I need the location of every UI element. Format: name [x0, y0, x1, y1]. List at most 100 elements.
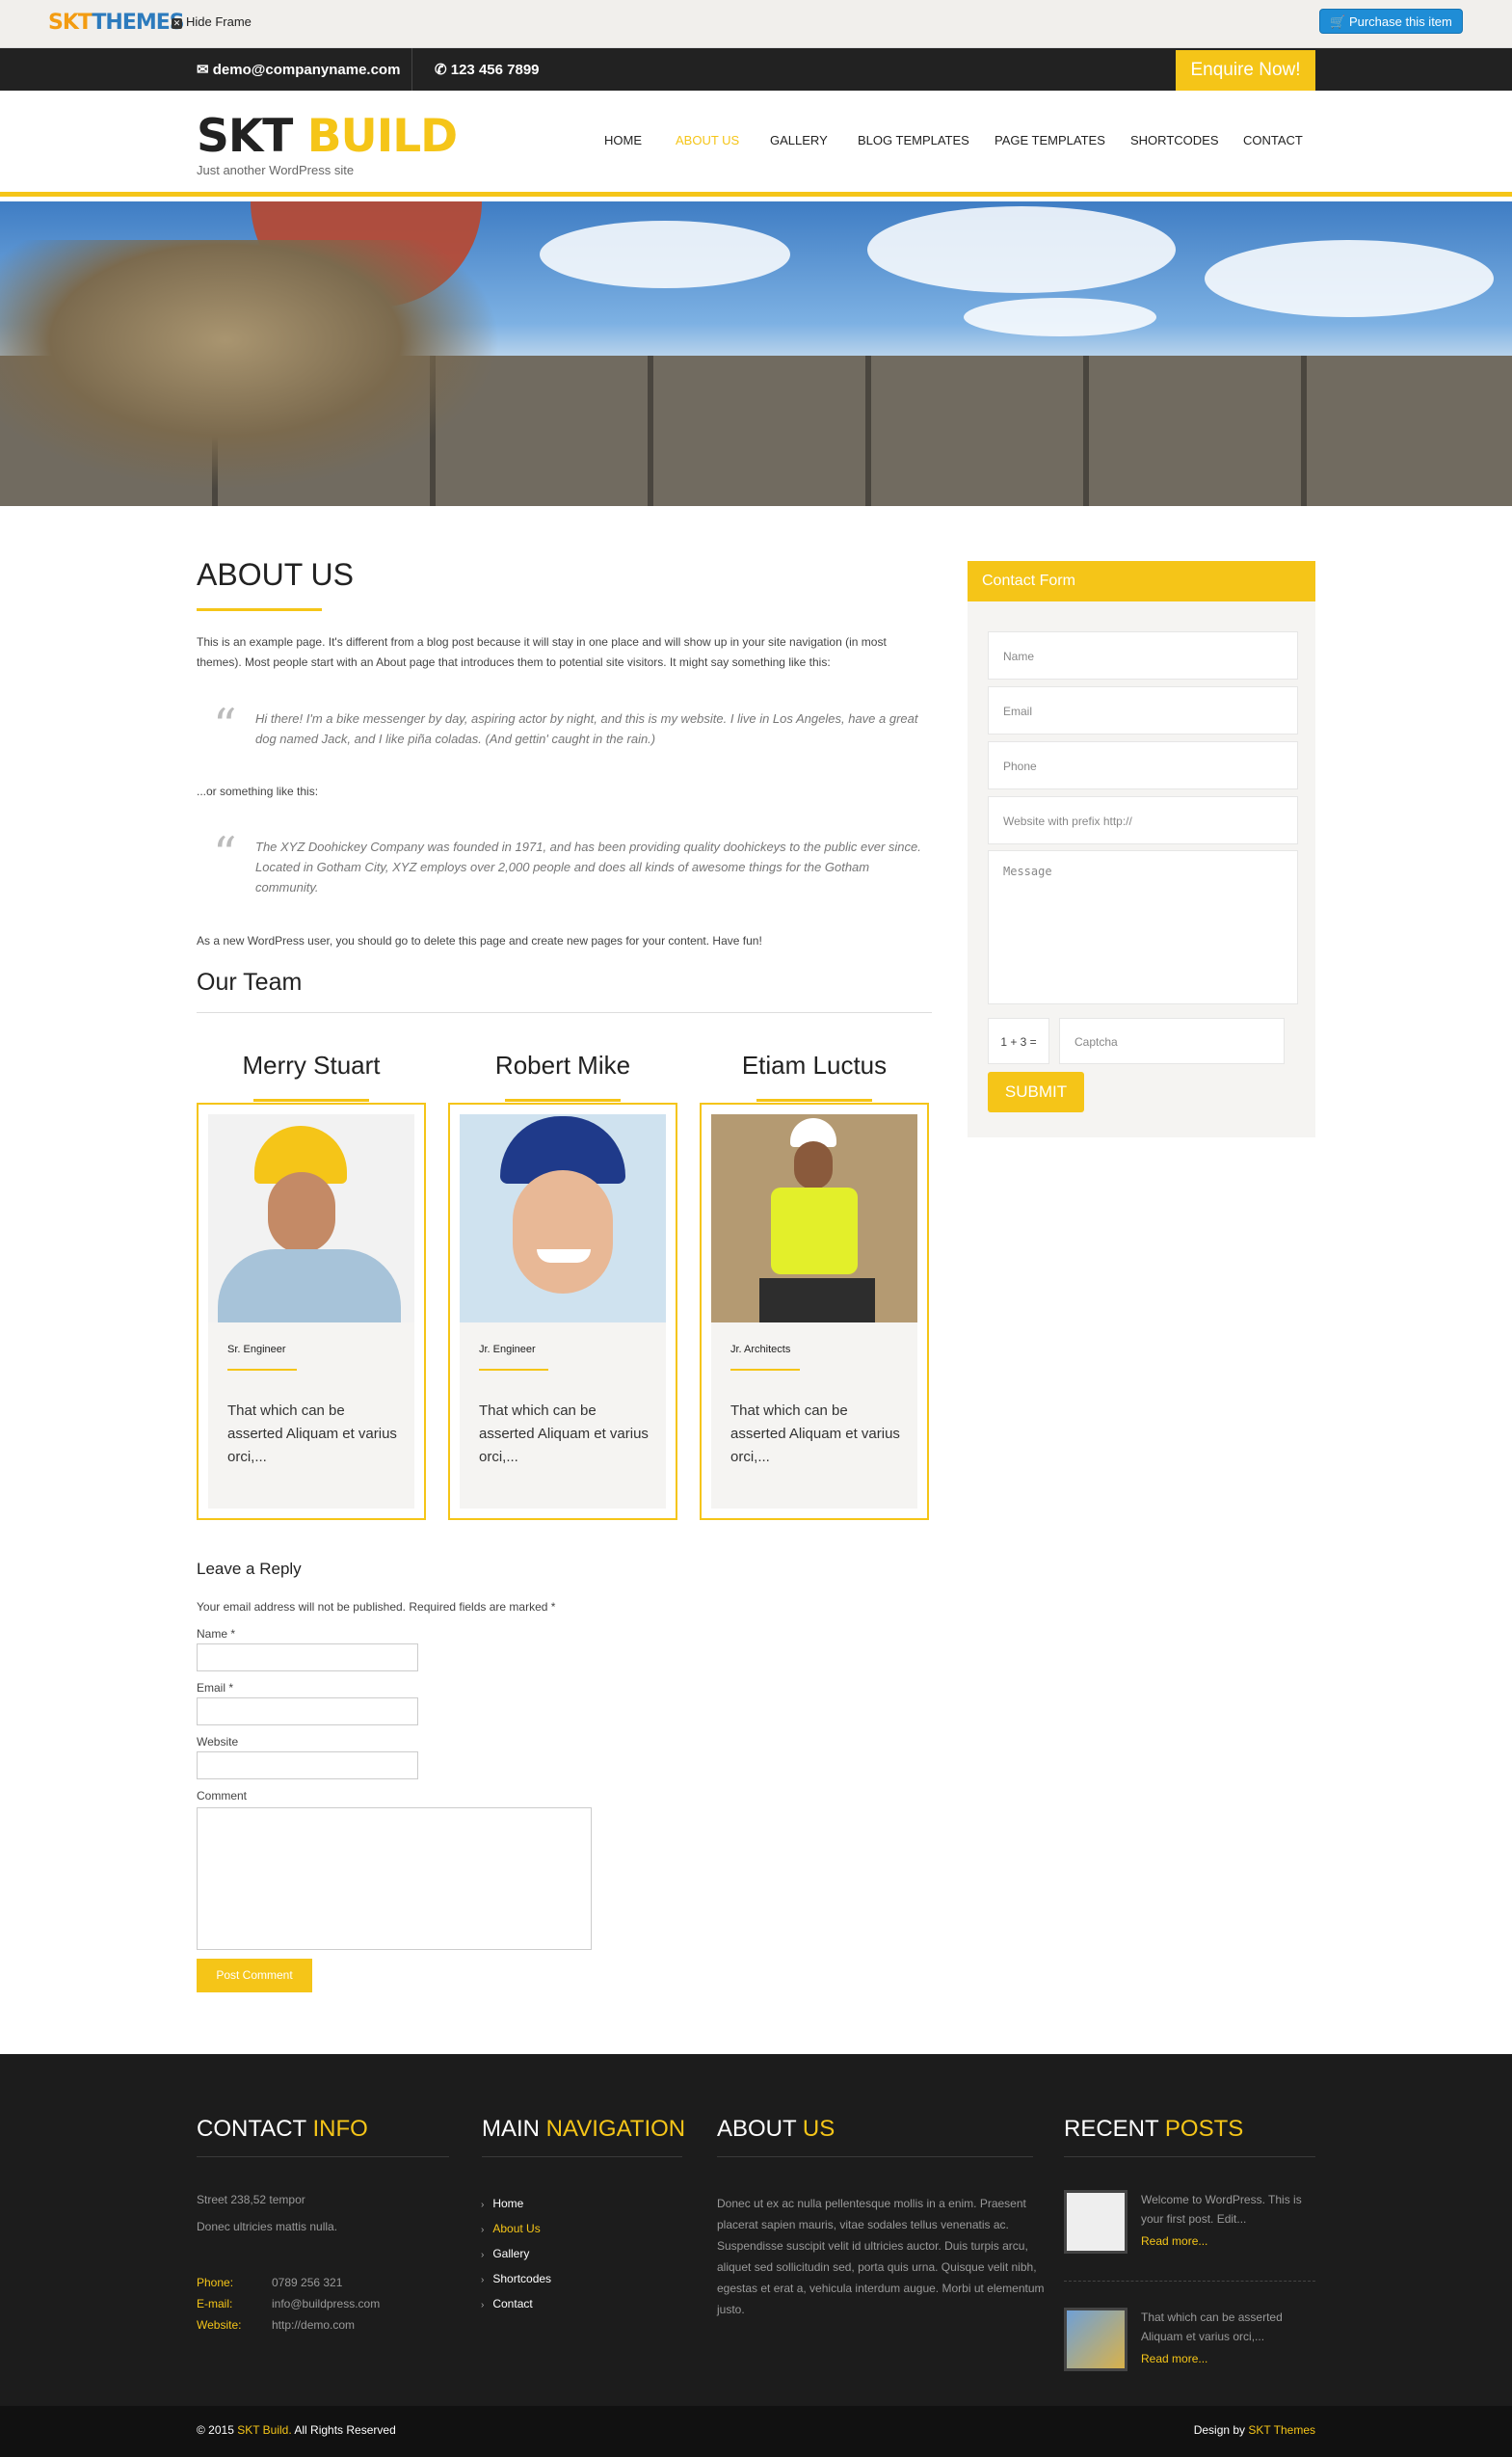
name-input[interactable]: [197, 1643, 418, 1671]
hide-frame-link[interactable]: ✕ Hide Frame: [172, 14, 252, 29]
nav-gallery[interactable]: GALLERY: [770, 133, 828, 147]
footer-website[interactable]: http://demo.com: [272, 2314, 355, 2336]
email-label: Email *: [197, 1681, 234, 1695]
cf-name-input[interactable]: Name: [988, 631, 1298, 680]
skt-themes-logo[interactable]: SKTTHEMES: [48, 11, 185, 35]
chevron-right-icon: ›: [481, 2200, 485, 2210]
footer-recent-heading: RECENT POSTS: [1064, 2116, 1243, 2143]
face: [513, 1170, 613, 1294]
comment-textarea[interactable]: [197, 1807, 592, 1950]
recent-post-thumbnail[interactable]: [1064, 2308, 1127, 2371]
purchase-button[interactable]: 🛒 Purchase this item: [1319, 9, 1463, 34]
footer-nav-about-us[interactable]: › About Us: [481, 2222, 541, 2235]
nav-contact[interactable]: CONTACT: [1243, 133, 1303, 147]
recent-post-text[interactable]: That which can be asserted Aliquam et va…: [1141, 2308, 1314, 2346]
footer-nav-label: About Us: [492, 2222, 541, 2235]
cloud: [867, 206, 1176, 293]
cloud: [964, 298, 1156, 336]
read-more-link[interactable]: Read more...: [1141, 2352, 1207, 2365]
name-underline: [756, 1099, 872, 1102]
page-title: ABOUT US: [197, 557, 354, 592]
design-by: Design by: [1193, 2423, 1246, 2437]
footer-nav-label: Contact: [492, 2297, 533, 2310]
name-underline: [505, 1099, 621, 1102]
member-info: Sr. Engineer That which can be asserted …: [208, 1322, 414, 1509]
name-label: Name *: [197, 1627, 236, 1641]
design-credit: Design by SKT Themes: [1194, 2423, 1315, 2437]
footer-website-label: Website:: [197, 2318, 242, 2332]
demo-frame-bar: SKTTHEMES ✕ Hide Frame 🛒 Purchase this it…: [0, 0, 1512, 48]
website-input[interactable]: [197, 1751, 418, 1779]
footer-nav-label: Shortcodes: [492, 2272, 552, 2285]
copyright-year: © 2015: [197, 2423, 234, 2437]
name-underline: [253, 1099, 369, 1102]
email-input[interactable]: [197, 1697, 418, 1725]
member-bio: That which can be asserted Aliquam et va…: [730, 1402, 900, 1465]
trousers: [759, 1278, 875, 1322]
member-card-box: Sr. Engineer That which can be asserted …: [197, 1103, 426, 1520]
heading-part: CONTACT: [197, 2116, 306, 2142]
envelope-icon: ✉: [197, 62, 213, 78]
nav-shortcodes[interactable]: SHORTCODES: [1130, 133, 1219, 147]
enquire-now-button[interactable]: Enquire Now!: [1176, 50, 1315, 91]
role-underline: [227, 1369, 297, 1371]
member-name: Etiam Luctus: [741, 1051, 888, 1080]
cf-message-textarea[interactable]: Message: [988, 850, 1298, 1004]
design-credit-link[interactable]: SKT Themes: [1248, 2423, 1315, 2437]
member-bio: That which can be asserted Aliquam et va…: [479, 1402, 649, 1465]
cf-website-input[interactable]: Website with prefix http://: [988, 796, 1298, 844]
nav-about-us[interactable]: ABOUT US: [676, 133, 739, 147]
footer-nav-gallery[interactable]: › Gallery: [481, 2247, 529, 2260]
footer-contact-heading: CONTACT INFO: [197, 2116, 368, 2143]
divider: [717, 2156, 1033, 2157]
heading-part: INFO: [312, 2116, 368, 2142]
member-photo: [711, 1114, 917, 1322]
site-title-b: BUILD: [306, 110, 458, 163]
captcha-input[interactable]: Captcha: [1059, 1018, 1285, 1064]
purchase-label: Purchase this item: [1348, 14, 1452, 29]
nav-page-templates[interactable]: PAGE TEMPLATES: [995, 133, 1105, 147]
divider: [1064, 2281, 1315, 2282]
cf-email-input[interactable]: Email: [988, 686, 1298, 734]
team-divider: [197, 1012, 932, 1013]
quote-1-text: Hi there! I'm a bike messenger by day, a…: [255, 711, 918, 746]
footer-email[interactable]: info@buildpress.com: [272, 2293, 380, 2314]
copyright-bar: © 2015 SKT Build. All Rights Reserved De…: [0, 2406, 1512, 2457]
site-tagline: Just another WordPress site: [197, 163, 355, 177]
heading-part: MAIN: [482, 2116, 540, 2142]
phone-icon: ✆: [435, 62, 451, 78]
top-email-text: demo@companyname.com: [212, 62, 401, 78]
recent-post-text[interactable]: Welcome to WordPress. This is your first…: [1141, 2190, 1314, 2229]
copyright-rights: All Rights Reserved: [294, 2423, 396, 2437]
footer-nav-shortcodes[interactable]: › Shortcodes: [481, 2272, 551, 2285]
cloud: [540, 221, 790, 288]
safety-vest: [771, 1188, 858, 1274]
recent-post-thumbnail[interactable]: [1064, 2190, 1127, 2254]
cf-phone-input[interactable]: Phone: [988, 741, 1298, 789]
cf-submit-button[interactable]: SUBMIT: [988, 1072, 1084, 1112]
nav-home[interactable]: HOME: [604, 133, 642, 147]
footer-nav-heading: MAIN NAVIGATION: [482, 2116, 685, 2143]
member-role: Jr. Engineer: [479, 1344, 536, 1355]
copyright-site[interactable]: SKT Build.: [237, 2423, 291, 2437]
nav-blog-templates[interactable]: BLOG TEMPLATES: [858, 133, 969, 147]
footer-email-label: E-mail:: [197, 2297, 233, 2310]
shirt: [218, 1249, 401, 1322]
read-more-link[interactable]: Read more...: [1141, 2234, 1207, 2248]
top-email[interactable]: ✉ demo@companyname.com: [197, 61, 400, 78]
website-label: Website: [197, 1735, 239, 1749]
role-underline: [730, 1369, 800, 1371]
title-underline: [197, 608, 322, 611]
site-title[interactable]: SKT BUILD: [197, 110, 458, 163]
heading-part: RECENT: [1064, 2116, 1159, 2142]
post-comment-button[interactable]: Post Comment: [197, 1959, 312, 1992]
member-info: Jr. Architects That which can be asserte…: [711, 1322, 917, 1509]
divider: [482, 2156, 682, 2157]
role-underline: [479, 1369, 548, 1371]
footer-nav-home[interactable]: › Home: [481, 2197, 523, 2210]
contact-form: Name Email Phone Website with prefix htt…: [968, 601, 1315, 1137]
top-contact-bar: ✉ demo@companyname.com ✆ 123 456 7899 En…: [0, 48, 1512, 91]
intro-paragraph: This is an example page. It's different …: [197, 635, 887, 669]
footer-street: Street 238,52 tempor: [197, 2193, 305, 2206]
footer-nav-contact[interactable]: › Contact: [481, 2297, 533, 2310]
